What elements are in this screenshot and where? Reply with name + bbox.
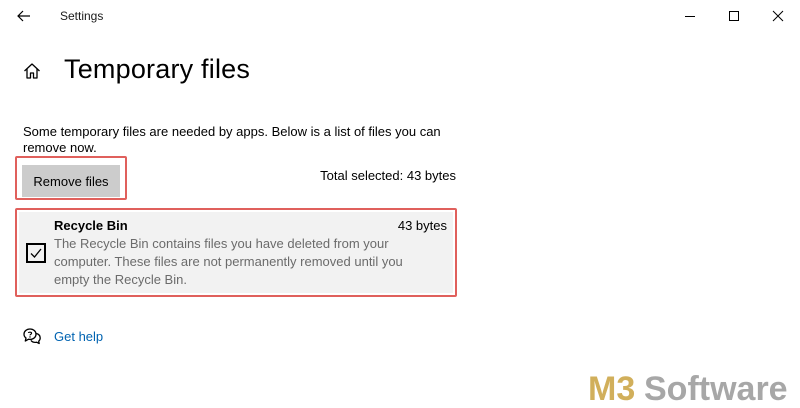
back-button[interactable] [14,6,34,26]
minimize-icon [685,16,695,17]
help-chat-icon [22,327,42,345]
page-description: Some temporary files are needed by apps.… [23,124,441,155]
back-arrow-icon [17,10,30,22]
item-name: Recycle Bin [54,218,128,233]
maximize-icon [729,11,739,21]
recycle-bin-checkbox[interactable] [26,243,46,263]
maximize-button[interactable] [724,6,744,26]
close-icon [772,10,784,22]
remove-files-button[interactable]: Remove files [22,165,120,197]
m3-software-logo: M3 Software [588,366,798,408]
svg-text:Software: Software [644,370,788,406]
minimize-button[interactable] [680,6,700,26]
checkmark-icon [30,248,42,258]
home-icon[interactable] [22,61,42,81]
item-description: The Recycle Bin contains files you have … [54,236,403,287]
get-help-link[interactable]: Get help [54,329,103,344]
page-title: Temporary files [64,54,251,84]
list-item-recycle-bin[interactable]: Recycle Bin 43 bytes The Recycle Bin con… [19,212,453,293]
title-bar: Settings [0,0,800,32]
svg-text:M3: M3 [588,370,635,406]
window-title: Settings [60,9,104,23]
item-size: 43 bytes [397,218,447,233]
total-selected-label: Total selected: 43 bytes [320,168,456,183]
close-button[interactable] [768,6,788,26]
